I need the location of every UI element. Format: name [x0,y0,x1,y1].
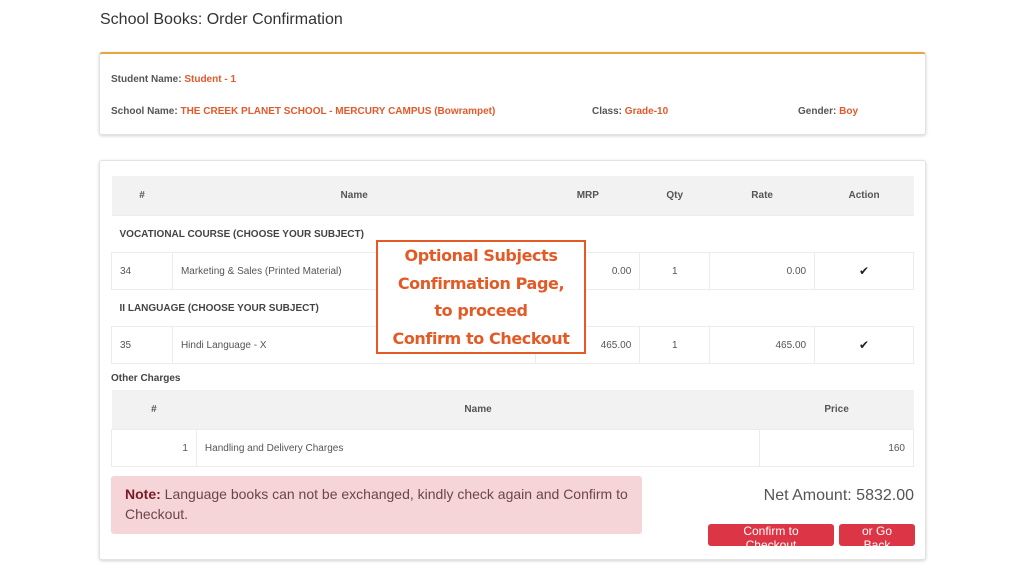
go-back-button[interactable]: or Go Back [839,524,915,552]
charge-number: 1 [111,429,197,467]
school-name-field: School Name: THE CREEK PLANET SCHOOL - M… [111,106,495,117]
check-icon: ✔ [859,338,870,352]
student-name-value: Student - 1 [184,74,237,85]
item-number: 35 [111,326,173,364]
gender-field: Gender: Boy [798,106,858,117]
student-name-label: Student Name: [111,74,182,85]
class-label: Class: [592,106,623,117]
page-title: School Books: Order Confirmation [100,11,343,28]
col-header-qty: Qty [639,176,710,216]
col-header-number: # [111,390,197,430]
col-header-rate: Rate [709,176,815,216]
charge-price: 160 [759,429,914,467]
col-header-name: Name [172,176,536,216]
gender-value: Boy [839,106,859,117]
school-name-label: School Name: [111,106,178,117]
col-header-action: Action [814,176,914,216]
col-header-mrp: MRP [535,176,640,216]
annotation-callout: Optional Subjects Confirmation Page, to … [376,240,586,354]
items-header-row: # Name MRP Qty Rate Action [111,176,914,216]
item-rate: 0.00 [709,252,816,290]
gender-label: Gender: [798,106,837,117]
note-alert: Note: Language books can not be exchange… [111,476,642,534]
col-header-name: Name [196,390,760,430]
class-field: Class: Grade-10 [592,106,668,117]
note-label: Note: [125,486,161,502]
other-charges-table: # Name Price 1 Handling and Delivery Cha… [111,390,914,467]
callout-line: Confirm to Checkout [392,328,570,348]
callout-line: Optional Subjects [404,246,558,265]
order-card: # Name MRP Qty Rate Action VOCATIONAL CO… [99,160,926,560]
callout-line: Confirmation Page, [397,273,565,293]
charge-name: Handling and Delivery Charges [195,429,761,467]
item-qty: 1 [639,326,711,364]
confirm-checkout-button[interactable]: Confirm to Checkout [708,524,834,552]
note-text: Language books can not be exchanged, kin… [125,486,628,522]
table-row: 1 Handling and Delivery Charges 160 [111,429,914,467]
col-header-number: # [111,176,173,216]
student-info-card: Student Name: Student - 1 School Name: T… [99,52,926,135]
check-icon: ✔ [859,264,870,278]
col-header-price: Price [759,390,914,430]
callout-line: to proceed [434,301,528,320]
charges-header-row: # Name Price [111,390,914,430]
school-name-value: THE CREEK PLANET SCHOOL - MERCURY CAMPUS… [180,106,496,117]
net-amount: Net Amount: 5832.00 [763,487,914,504]
item-qty: 1 [639,252,711,290]
other-charges-title: Other Charges [111,373,181,384]
item-number: 34 [111,252,173,290]
student-name-field: Student Name: Student - 1 [111,74,236,85]
item-rate: 465.00 [709,326,816,364]
class-value: Grade-10 [624,106,669,117]
